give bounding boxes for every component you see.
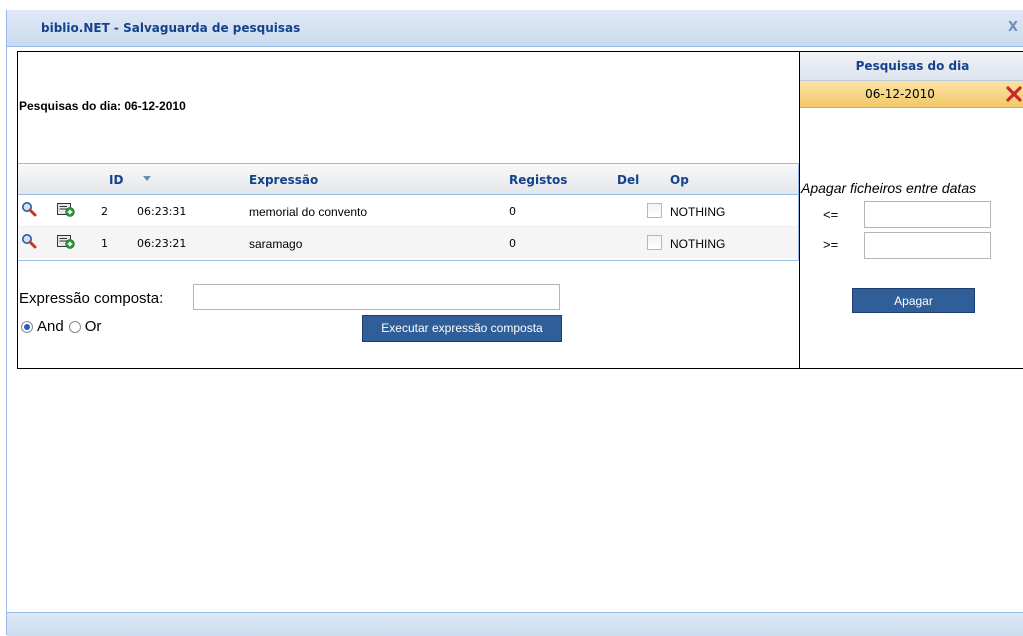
column-del[interactable]: Del	[617, 173, 639, 187]
column-registos[interactable]: Registos	[509, 173, 567, 187]
row-time: 06:23:31	[137, 205, 187, 218]
title-bar[interactable]: biblio.NET - Salvaguarda de pesquisas X	[7, 10, 1023, 47]
window-title: biblio.NET - Salvaguarda de pesquisas	[41, 21, 301, 35]
and-label: And	[37, 318, 64, 335]
row-id: 2	[101, 205, 108, 218]
page-title: Pesquisas do dia: 06-12-2010	[19, 99, 186, 113]
searches-grid: ID Expressão Registos Del Op 2 06:23:31 …	[18, 163, 799, 261]
row-time: 06:23:21	[137, 237, 187, 250]
row-op: NOTHING	[670, 237, 726, 251]
date-label: 06-12-2010	[865, 87, 935, 101]
row-records: 0	[509, 237, 516, 250]
daily-searches-header: Pesquisas do dia	[800, 52, 1023, 81]
add-query-icon[interactable]	[57, 235, 75, 249]
column-id[interactable]: ID	[109, 173, 123, 187]
delete-files-button[interactable]: Apagar	[852, 288, 975, 313]
table-row[interactable]: 1 06:23:21 saramago 0 NOTHING	[18, 227, 798, 258]
bottom-bar	[7, 612, 1023, 636]
main-panel: Pesquisas do dia: 06-12-2010 ID Expressã…	[17, 51, 1023, 369]
row-op: NOTHING	[670, 205, 726, 219]
date-from-input[interactable]	[864, 232, 991, 259]
add-query-icon[interactable]	[57, 203, 75, 217]
close-icon[interactable]: X	[1008, 20, 1018, 35]
column-expressao[interactable]: Expressão	[249, 173, 318, 187]
and-radio[interactable]	[21, 320, 33, 333]
delete-range-title: Apagar ficheiros entre datas	[801, 180, 977, 196]
row-expression: memorial do convento	[249, 205, 368, 219]
execute-composite-button[interactable]: Executar expressão composta	[362, 315, 562, 342]
delete-checkbox[interactable]	[647, 235, 662, 250]
search-icon[interactable]	[21, 201, 37, 217]
search-icon[interactable]	[21, 233, 37, 249]
row-expression: saramago	[249, 237, 303, 251]
table-row[interactable]: 2 06:23:31 memorial do convento 0 NOTHIN…	[18, 195, 798, 227]
ge-label: >=	[823, 237, 839, 252]
date-to-input[interactable]	[864, 201, 991, 228]
searches-panel: Pesquisas do dia: 06-12-2010 ID Expressã…	[18, 52, 800, 368]
column-op[interactable]: Op	[670, 173, 689, 187]
delete-icon[interactable]	[1005, 85, 1023, 103]
operator-radio-group: And Or	[21, 318, 101, 335]
composite-expression-label: Expressão composta:	[19, 290, 164, 307]
date-list-item[interactable]: 06-12-2010	[800, 81, 1023, 108]
dialog-window: biblio.NET - Salvaguarda de pesquisas X …	[6, 10, 1023, 636]
sort-desc-icon[interactable]	[143, 176, 151, 181]
row-id: 1	[101, 237, 108, 250]
or-radio[interactable]	[68, 320, 81, 333]
le-label: <=	[823, 207, 839, 222]
delete-checkbox[interactable]	[647, 203, 662, 218]
or-label: Or	[84, 318, 102, 335]
grid-header: ID Expressão Registos Del Op	[18, 164, 798, 195]
composite-expression-input[interactable]	[193, 284, 560, 310]
daily-searches-panel: Pesquisas do dia 06-12-2010 Apagar fiche…	[800, 52, 1023, 368]
row-records: 0	[509, 205, 516, 218]
